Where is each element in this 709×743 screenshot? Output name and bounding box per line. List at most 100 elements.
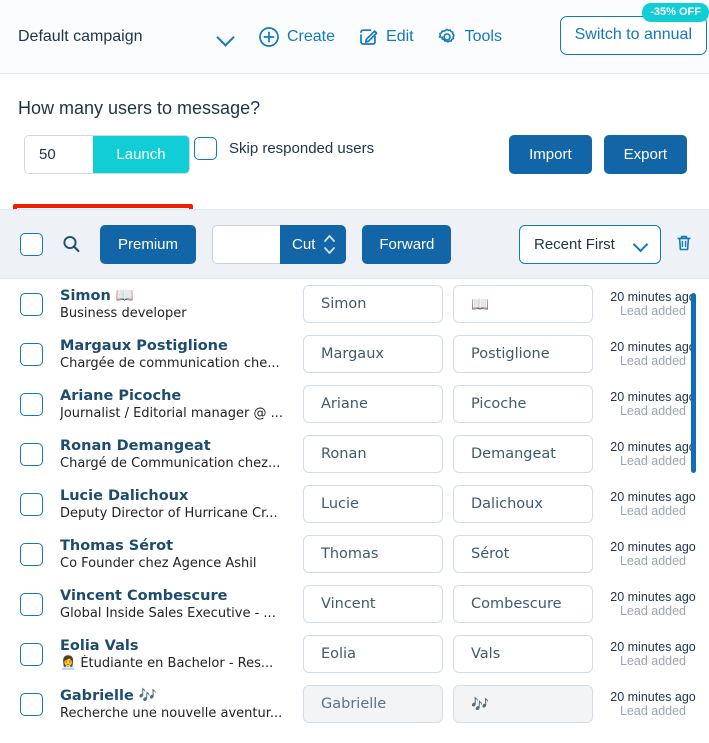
lead-event-label: Lead added	[619, 453, 687, 468]
list-scrollbar-track[interactable]	[691, 279, 703, 743]
lead-timestamp: 20 minutes ago Lead added	[605, 490, 701, 519]
lead-title: Global Inside Sales Executive - ...	[60, 605, 276, 621]
last-name-field[interactable]: Postiglione	[453, 335, 593, 373]
last-name-field[interactable]: Picoche	[453, 385, 593, 423]
lead-name: Gabrielle 🎶	[60, 687, 157, 704]
first-name-field[interactable]: Lucie	[303, 485, 443, 523]
select-all-checkbox[interactable]	[20, 232, 43, 256]
skip-responded-users-control[interactable]: Skip responded users	[194, 137, 374, 160]
lead-time-ago: 20 minutes ago	[610, 689, 696, 704]
campaign-dropdown[interactable]: Default campaign	[18, 17, 236, 57]
message-section: How many users to message? Launch Skip r…	[0, 74, 709, 285]
row-select-checkbox[interactable]	[20, 342, 43, 366]
table-row[interactable]: Vincent Combescure Global Inside Sales Ex…	[0, 579, 709, 629]
import-export-group: Import Export	[509, 135, 687, 174]
table-row[interactable]: Ronan Demangeat Chargé de Communication c…	[0, 429, 709, 479]
first-name-field[interactable]: Eolia	[303, 635, 443, 673]
lead-identity: Simon 📖 Business developer	[60, 287, 302, 322]
edit-button-label: Edit	[386, 27, 414, 45]
export-button[interactable]: Export	[603, 135, 687, 174]
table-row[interactable]: Simon 📖 Business developer Simon 📖 20 minute…	[0, 279, 709, 329]
lead-title: Chargé de Communication chez...	[60, 455, 281, 471]
launch-button[interactable]: Launch	[93, 136, 189, 173]
row-select-checkbox[interactable]	[20, 442, 43, 466]
sort-order-label: Recent First	[534, 236, 615, 253]
cut-amount-input[interactable]	[212, 224, 281, 264]
table-row[interactable]: Ariane Picoche Journalist / Editorial man…	[0, 379, 709, 429]
premium-button[interactable]: Premium	[100, 224, 197, 264]
lead-rows-container: Simon 📖 Business developer Simon 📖 20 minute…	[0, 279, 709, 729]
lead-title: Business developer	[60, 305, 187, 321]
lead-event-label: Lead added	[619, 353, 687, 368]
tools-button[interactable]: Tools	[436, 26, 502, 48]
list-scrollbar-thumb[interactable]	[691, 293, 696, 473]
lead-title: Deputy Director of Hurricane Cr...	[60, 505, 278, 521]
last-name-field[interactable]: Dalichoux	[453, 485, 593, 523]
lead-timestamp: 20 minutes ago Lead added	[605, 290, 701, 319]
row-select-checkbox[interactable]	[20, 592, 43, 616]
table-row[interactable]: Eolia Vals 👩‍💼 Étudiante en Bachelor - Re…	[0, 629, 709, 679]
lead-title: 👩‍💼 Étudiante en Bachelor - Res...	[60, 655, 274, 671]
table-row[interactable]: Margaux Postiglione Chargée de communicat…	[0, 329, 709, 379]
plus-circle-icon	[258, 26, 280, 48]
first-name-field[interactable]: Ariane	[303, 385, 443, 423]
create-button[interactable]: Create	[258, 26, 335, 48]
lead-time-ago: 20 minutes ago	[610, 389, 696, 404]
lead-identity: Thomas Sérot Co Founder chez Agence Ashil	[60, 537, 302, 572]
lead-list[interactable]: Simon 📖 Business developer Simon 📖 20 minute…	[0, 279, 709, 743]
import-button[interactable]: Import	[509, 135, 592, 174]
lead-name: Ariane Picoche	[60, 387, 182, 404]
forward-button[interactable]: Forward	[362, 224, 452, 264]
last-name-field[interactable]: Demangeat	[453, 435, 593, 473]
lead-event-label: Lead added	[619, 503, 687, 518]
row-select-checkbox[interactable]	[20, 292, 43, 316]
last-name-field[interactable]: 📖	[453, 285, 593, 323]
discount-badge: -35% OFF	[642, 3, 709, 22]
search-icon[interactable]	[60, 233, 82, 255]
lead-title: Journalist / Editorial manager @ ...	[60, 405, 283, 421]
spinner-up-down-icon[interactable]	[323, 234, 336, 255]
last-name-field[interactable]: Sérot	[453, 535, 593, 573]
first-name-field[interactable]: Vincent	[303, 585, 443, 623]
first-name-field[interactable]: Simon	[303, 285, 443, 323]
lead-title: Chargée de communication che...	[60, 355, 280, 371]
skip-responded-users-checkbox[interactable]	[194, 137, 217, 160]
last-name-field[interactable]: Combescure	[453, 585, 593, 623]
lead-name: Vincent Combescure	[60, 587, 228, 604]
lead-event-label: Lead added	[619, 403, 687, 418]
lead-identity: Gabrielle 🎶 Recherche une nouvelle aventu…	[60, 687, 302, 722]
first-name-field[interactable]: Ronan	[303, 435, 443, 473]
pencil-square-icon	[357, 26, 379, 48]
first-name-field[interactable]: Gabrielle	[303, 685, 443, 723]
row-select-checkbox[interactable]	[20, 692, 43, 716]
first-name-field[interactable]: Thomas	[303, 535, 443, 573]
row-select-checkbox[interactable]	[20, 542, 43, 566]
row-select-checkbox[interactable]	[20, 642, 43, 666]
user-count-input[interactable]	[25, 136, 93, 173]
lead-event-label: Lead added	[619, 553, 687, 568]
sort-order-dropdown[interactable]: Recent First	[519, 225, 661, 264]
row-select-checkbox[interactable]	[20, 392, 43, 416]
lead-time-ago: 20 minutes ago	[610, 339, 696, 354]
first-name-field[interactable]: Margaux	[303, 335, 443, 373]
tools-button-label: Tools	[464, 27, 502, 45]
lead-time-ago: 20 minutes ago	[610, 539, 696, 554]
table-row[interactable]: Gabrielle 🎶 Recherche une nouvelle aventu…	[0, 679, 709, 729]
edit-button[interactable]: Edit	[357, 26, 414, 48]
lead-name: Margaux Postiglione	[60, 337, 228, 354]
table-row[interactable]: Thomas Sérot Co Founder chez Agence Ashil…	[0, 529, 709, 579]
lead-time-ago: 20 minutes ago	[610, 489, 696, 504]
trash-icon[interactable]	[673, 232, 695, 254]
campaign-name-label: Default campaign	[18, 27, 143, 45]
row-select-checkbox[interactable]	[20, 492, 43, 516]
last-name-field[interactable]: Vals	[453, 635, 593, 673]
table-row[interactable]: Lucie Dalichoux Deputy Director of Hurric…	[0, 479, 709, 529]
lead-identity: Eolia Vals 👩‍💼 Étudiante en Bachelor - Re…	[60, 637, 302, 672]
lead-timestamp: 20 minutes ago Lead added	[605, 390, 701, 419]
app-root: Default campaign Create Edit Tools Switc…	[0, 0, 709, 743]
cut-button[interactable]: Cut	[280, 224, 347, 264]
last-name-field[interactable]: 🎶	[453, 685, 593, 723]
lead-name: Simon 📖	[60, 287, 134, 304]
lead-title: Co Founder chez Agence Ashil	[60, 555, 257, 571]
skip-responded-users-label: Skip responded users	[229, 140, 375, 157]
